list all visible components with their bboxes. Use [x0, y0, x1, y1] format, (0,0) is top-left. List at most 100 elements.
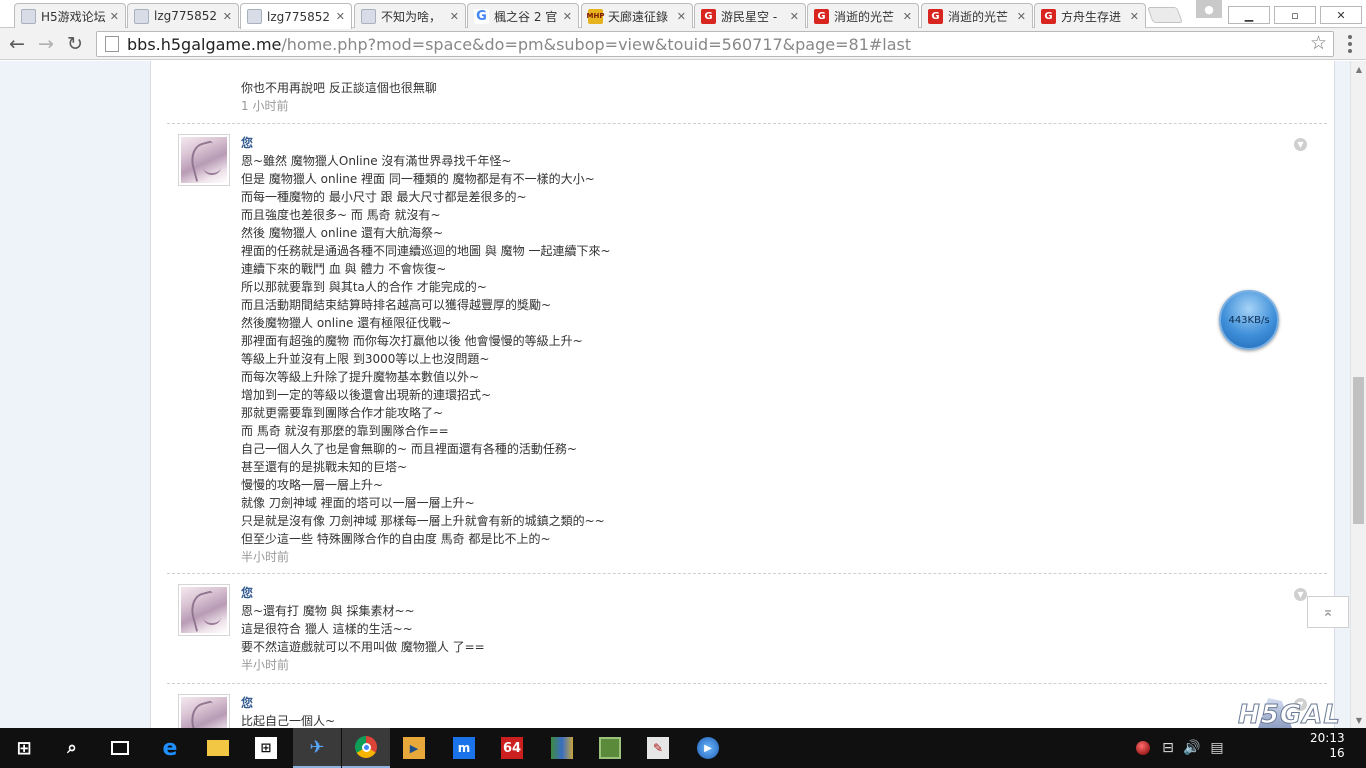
- close-icon[interactable]: ✕: [223, 10, 232, 23]
- minimize-button[interactable]: ▁: [1228, 6, 1270, 24]
- new-tab-button[interactable]: [1147, 7, 1183, 23]
- google-icon: G: [474, 8, 489, 24]
- record-icon[interactable]: [1133, 728, 1153, 768]
- taskbar-file-explorer[interactable]: [194, 728, 242, 768]
- message-line: 甚至還有的是挑戰未知的巨塔~: [241, 460, 408, 474]
- taskbar-edge[interactable]: e: [146, 728, 194, 768]
- close-icon[interactable]: ✕: [903, 10, 912, 23]
- taskbar-window-app[interactable]: m: [440, 728, 488, 768]
- gamersky-icon: G: [928, 8, 943, 24]
- tab-title: H5游戏论坛: [41, 9, 106, 24]
- url-path: /home.php?mod=space&do=pm&subop=view&tou…: [281, 34, 912, 54]
- tab-dying-light-2[interactable]: G 消逝的光芒 ✕: [921, 3, 1033, 28]
- close-icon[interactable]: ✕: [1017, 10, 1026, 23]
- scroll-down-icon[interactable]: ▼: [1351, 712, 1366, 728]
- system-clock[interactable]: 20:13 16: [1310, 731, 1345, 761]
- game-icon: [599, 737, 621, 759]
- avatar[interactable]: [178, 584, 230, 636]
- network-speed-widget[interactable]: 443KB/s: [1219, 290, 1279, 350]
- start-button[interactable]: ⊞: [0, 728, 48, 768]
- bookmark-star-icon[interactable]: ☆: [1310, 32, 1327, 54]
- tab-dying-light-1[interactable]: G 消逝的光芒 ✕: [807, 3, 919, 28]
- message-line: 而且活動期間結束結算時排名越高可以獲得越豐厚的獎勵~: [241, 298, 552, 312]
- tab-ark[interactable]: G 方舟生存进 ✕: [1034, 3, 1146, 28]
- message-line: 自己一個人久了也是會無聊的~ 而且裡面還有各種的活動任務~: [241, 442, 577, 456]
- chevron-down-icon[interactable]: ▼: [1294, 588, 1307, 601]
- message-time: 1 小时前: [241, 99, 289, 113]
- close-window-button[interactable]: ✕: [1320, 6, 1362, 24]
- message-line: 等級上升並沒有上限 到3000等以上也沒問題~: [241, 352, 490, 366]
- taskbar-task-view[interactable]: [96, 728, 144, 768]
- close-icon[interactable]: ✕: [563, 10, 572, 23]
- scrollbar[interactable]: ▲ ▼: [1350, 61, 1366, 728]
- message-time: 半小时前: [241, 658, 290, 672]
- reload-icon[interactable]: ↻: [63, 32, 87, 56]
- back-to-top-button[interactable]: ⌅: [1307, 596, 1349, 628]
- gamersky-icon: G: [1041, 8, 1056, 24]
- menu-icon[interactable]: [1342, 34, 1358, 54]
- network-icon[interactable]: ⊟: [1157, 728, 1179, 768]
- tab-title: 游民星空 -: [721, 9, 778, 24]
- message-line: 這是很符合 獵人 這樣的生活~~: [241, 622, 413, 636]
- close-icon[interactable]: ✕: [110, 10, 119, 23]
- message-author[interactable]: 您: [241, 694, 335, 712]
- message-line: 而每一種魔物的 最小尺寸 跟 最大尺寸都是差很多的~: [241, 190, 527, 204]
- tab-title: lzg775852: [154, 9, 218, 23]
- taskbar-store[interactable]: ⊞: [242, 728, 290, 768]
- close-icon[interactable]: ✕: [450, 10, 459, 23]
- close-icon[interactable]: ✕: [790, 10, 799, 23]
- scroll-up-icon[interactable]: ▲: [1351, 61, 1366, 77]
- taskbar-chrome[interactable]: [342, 728, 390, 768]
- close-icon[interactable]: ✕: [336, 10, 345, 23]
- windows-icon: ⊞: [16, 737, 32, 759]
- taskbar-feather-app[interactable]: ✈: [293, 728, 341, 768]
- message-line: 只是就是沒有像 刀劍神域 那樣每一層上升就會有新的城鎮之類的~~: [241, 514, 605, 528]
- chevron-down-icon[interactable]: ▼: [1294, 138, 1307, 151]
- tab-space-1[interactable]: lzg775852 ✕: [127, 3, 239, 28]
- message-line: 然後魔物獵人 online 還有極限征伐戰~: [241, 316, 452, 330]
- scrollbar-thumb[interactable]: [1353, 377, 1364, 524]
- tab-maplestory[interactable]: G 楓之谷 2 官 ✕: [467, 3, 579, 28]
- message-item: 您 恩~雖然 魔物獵人Online 沒有滿世界尋找千年怪~ 但是 魔物獵人 on…: [167, 123, 1327, 573]
- message-time: 半小时前: [241, 550, 290, 564]
- close-icon[interactable]: ✕: [1130, 10, 1139, 23]
- message-line: 裡面的任務就是通過各種不同連續巡迴的地圖 與 魔物 一起連續下來~: [241, 244, 611, 258]
- close-icon[interactable]: ✕: [677, 10, 686, 23]
- profile-icon[interactable]: ●: [1196, 0, 1222, 18]
- tab-space-active[interactable]: lzg775852 ✕: [240, 3, 352, 29]
- taskbar-video-player[interactable]: ▶: [390, 728, 438, 768]
- taskbar-n64[interactable]: 64: [488, 728, 536, 768]
- notification-icon[interactable]: ▤: [1206, 728, 1228, 768]
- avatar[interactable]: [178, 134, 230, 186]
- taskbar-books[interactable]: [538, 728, 586, 768]
- image-editor-icon: ✎: [647, 737, 669, 759]
- message-line: 增加到一定的等級以後還會出現新的連環招式~: [241, 388, 492, 402]
- back-icon[interactable]: ←: [5, 32, 29, 56]
- volume-icon[interactable]: 🔊: [1181, 728, 1203, 768]
- tab-gamersky[interactable]: G 游民星空 - ✕: [694, 3, 806, 28]
- taskbar-game[interactable]: [586, 728, 634, 768]
- taskbar-search[interactable]: ⌕: [48, 728, 96, 768]
- h5-icon: [361, 8, 376, 24]
- tab-why[interactable]: 不知为啥， ✕: [354, 3, 466, 28]
- message-line: 那就更需要靠到團隊合作才能攻略了~: [241, 406, 444, 420]
- avatar[interactable]: [178, 694, 230, 728]
- url-host: bbs.h5galgame.me: [127, 34, 282, 54]
- tab-tianlang[interactable]: MHP 天廊遠征錄 ✕: [581, 3, 693, 28]
- tab-title: 消逝的光芒: [834, 9, 895, 24]
- maximize-button[interactable]: ▫: [1274, 6, 1316, 24]
- message-item: 您 恩~還有打 魔物 與 採集素材~~ 這是很符合 獵人 這樣的生活~~ 要不然…: [167, 573, 1327, 683]
- message-line: 比起自己一個人~: [241, 714, 336, 728]
- tab-title: 消逝的光芒: [948, 9, 1009, 24]
- h5-icon: [247, 9, 262, 24]
- message-author[interactable]: 您: [241, 584, 485, 602]
- taskbar: ⊞ ⌕ e ⊞ ✈ ▶ m 64 ✎ ▶ ⊟ 🔊 ▤ 20:13 16: [0, 728, 1366, 768]
- message-line: 但是 魔物獵人 online 裡面 同一種類的 魔物都是有不一樣的大小~: [241, 172, 595, 186]
- tab-h5-forum[interactable]: H5游戏论坛 ✕: [14, 3, 126, 28]
- forward-icon[interactable]: →: [34, 32, 58, 56]
- message-line: 所以那就要靠到 與其ta人的合作 才能完成的~: [241, 280, 487, 294]
- taskbar-media[interactable]: ▶: [684, 728, 732, 768]
- taskbar-image-editor[interactable]: ✎: [634, 728, 682, 768]
- message-author[interactable]: 您: [241, 134, 611, 152]
- address-bar[interactable]: bbs.h5galgame.me/home.php?mod=space&do=p…: [96, 31, 1334, 57]
